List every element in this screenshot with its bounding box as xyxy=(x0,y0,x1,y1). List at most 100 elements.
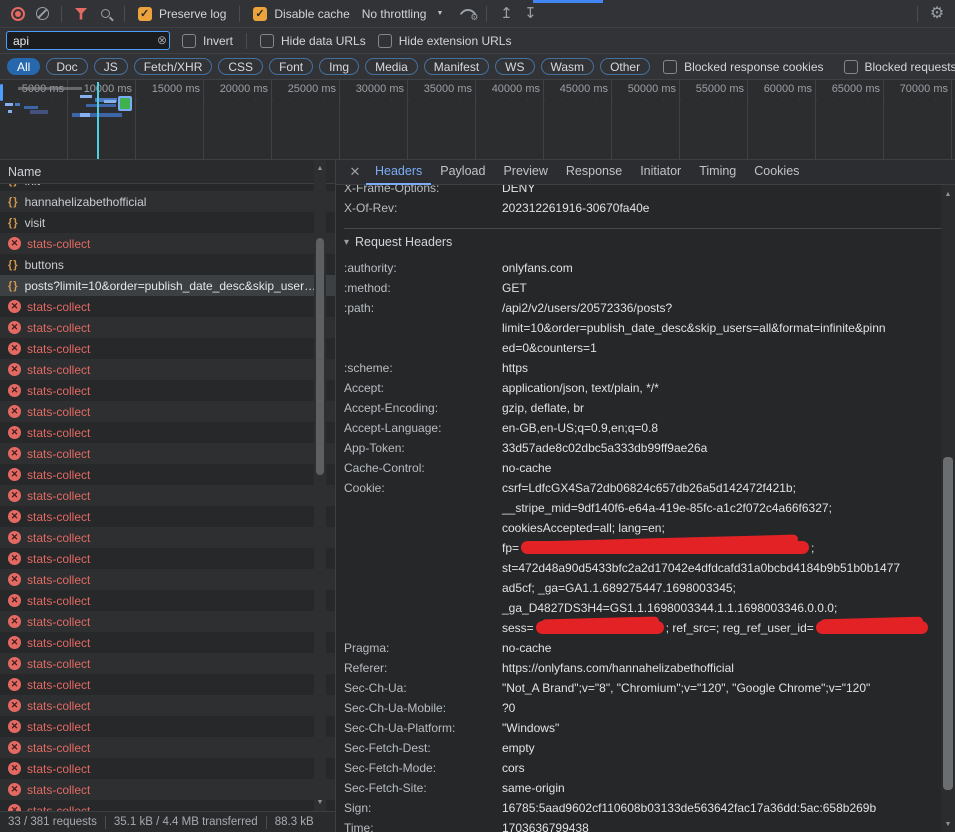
invert-label: Invert xyxy=(203,34,233,48)
request-headers-section-header[interactable]: ▾ Request Headers xyxy=(344,229,941,255)
clear-button[interactable] xyxy=(30,3,54,25)
request-list-scrollbar[interactable]: ▲ ▼ xyxy=(314,160,326,811)
header-row: Sec-Fetch-Mode:cors xyxy=(344,758,941,778)
scroll-up-icon[interactable]: ▲ xyxy=(941,191,955,198)
table-row[interactable]: {}buttons xyxy=(0,254,335,275)
tab-timing[interactable]: Timing xyxy=(690,160,745,185)
filter-input[interactable] xyxy=(6,31,170,50)
table-row[interactable]: ✕stats-collect xyxy=(0,779,335,800)
network-conditions-button[interactable] xyxy=(455,3,479,25)
table-row[interactable]: {}hannahelizabethofficial xyxy=(0,191,335,212)
table-row[interactable]: ✕stats-collect xyxy=(0,695,335,716)
blocked-response-cookies-checkbox[interactable]: Blocked response cookies xyxy=(663,60,823,74)
tab-initiator[interactable]: Initiator xyxy=(631,160,690,185)
scroll-down-icon[interactable]: ▼ xyxy=(314,799,326,806)
table-row[interactable]: ✕stats-collect xyxy=(0,317,335,338)
scrollbar-thumb[interactable] xyxy=(943,457,953,790)
headers-scrollbar[interactable]: ▲ ▼ xyxy=(941,185,955,832)
type-filter-ws[interactable]: WS xyxy=(495,58,534,75)
hide-extension-urls-label: Hide extension URLs xyxy=(399,34,512,48)
blocked-requests-checkbox[interactable]: Blocked requests xyxy=(844,60,955,74)
table-row[interactable]: ✕stats-collect xyxy=(0,443,335,464)
table-row[interactable]: ✕stats-collect xyxy=(0,380,335,401)
table-row[interactable]: ✕stats-collect xyxy=(0,485,335,506)
table-row[interactable]: ✕stats-collect xyxy=(0,569,335,590)
preserve-log-checkbox[interactable]: Preserve log xyxy=(138,7,226,21)
export-har-button[interactable]: ↧ xyxy=(518,3,542,25)
disable-cache-checkbox[interactable]: Disable cache xyxy=(253,7,349,21)
header-value: cors xyxy=(502,758,941,778)
invert-checkbox[interactable]: Invert xyxy=(182,34,233,48)
header-name: Accept: xyxy=(344,378,502,398)
type-filter-font[interactable]: Font xyxy=(269,58,313,75)
table-row[interactable]: {}init xyxy=(0,184,335,191)
header-name: Sec-Fetch-Dest: xyxy=(344,738,502,758)
table-row[interactable]: ✕stats-collect xyxy=(0,758,335,779)
tick-row xyxy=(0,99,955,100)
type-filter-img[interactable]: Img xyxy=(319,58,359,75)
type-filter-css[interactable]: CSS xyxy=(218,58,263,75)
type-filter-other[interactable]: Other xyxy=(600,58,650,75)
table-row[interactable]: ✕stats-collect xyxy=(0,548,335,569)
header-name: :scheme: xyxy=(344,358,502,378)
preserve-log-label: Preserve log xyxy=(159,7,226,21)
settings-button[interactable]: ⚙ xyxy=(925,3,949,25)
tab-preview[interactable]: Preview xyxy=(494,160,556,185)
type-filter-all[interactable]: All xyxy=(7,58,40,75)
tab-headers[interactable]: Headers xyxy=(366,160,431,185)
table-row[interactable]: ✕stats-collect xyxy=(0,506,335,527)
network-overview-timeline[interactable]: 5000 ms10000 ms15000 ms20000 ms25000 ms3… xyxy=(0,80,955,160)
table-row[interactable]: ✕stats-collect xyxy=(0,590,335,611)
header-name: Sec-Ch-Ua-Mobile: xyxy=(344,698,502,718)
type-filter-js[interactable]: JS xyxy=(94,58,128,75)
type-filter-wasm[interactable]: Wasm xyxy=(541,58,595,75)
close-icon[interactable]: ✕ xyxy=(344,164,366,180)
table-row[interactable]: ✕stats-collect xyxy=(0,338,335,359)
tab-response[interactable]: Response xyxy=(557,160,631,185)
table-row[interactable]: ✕stats-collect xyxy=(0,611,335,632)
request-name: stats-collect xyxy=(27,510,90,524)
type-filter-media[interactable]: Media xyxy=(365,58,418,75)
search-button[interactable] xyxy=(93,3,117,25)
table-row[interactable]: {}visit xyxy=(0,212,335,233)
table-row[interactable]: ✕stats-collect xyxy=(0,674,335,695)
type-filter-doc[interactable]: Doc xyxy=(46,58,87,75)
table-row[interactable]: ✕stats-collect xyxy=(0,359,335,380)
type-filter-fetch-xhr[interactable]: Fetch/XHR xyxy=(134,58,213,75)
redaction-scribble xyxy=(521,541,809,554)
scrollbar-thumb[interactable] xyxy=(316,238,324,475)
clear-filter-icon[interactable]: ⊗ xyxy=(157,33,167,47)
table-row[interactable]: ✕stats-collect xyxy=(0,653,335,674)
scroll-up-icon[interactable]: ▲ xyxy=(314,165,326,172)
error-icon: ✕ xyxy=(8,531,21,544)
record-button[interactable] xyxy=(6,3,30,25)
table-row[interactable]: ✕stats-collect xyxy=(0,632,335,653)
import-har-button[interactable]: ↥ xyxy=(494,3,518,25)
tab-payload[interactable]: Payload xyxy=(431,160,494,185)
table-row[interactable]: {}posts?limit=10&order=publish_date_desc… xyxy=(0,275,335,296)
request-name: stats-collect xyxy=(27,363,90,377)
table-row[interactable]: ✕stats-collect xyxy=(0,464,335,485)
filter-toolbar: ⊗ Invert Hide data URLs Hide extension U… xyxy=(0,28,955,54)
hide-extension-urls-checkbox[interactable]: Hide extension URLs xyxy=(378,34,512,48)
table-row[interactable]: ✕stats-collect xyxy=(0,800,335,811)
tab-cookies[interactable]: Cookies xyxy=(745,160,808,185)
name-column-header[interactable]: Name xyxy=(0,160,335,184)
table-row[interactable]: ✕stats-collect xyxy=(0,737,335,758)
table-row[interactable]: ✕stats-collect xyxy=(0,296,335,317)
table-row[interactable]: ✕stats-collect xyxy=(0,401,335,422)
table-row[interactable]: ✕stats-collect xyxy=(0,716,335,737)
throttling-dropdown[interactable]: No throttling ▼ xyxy=(362,7,444,21)
table-row[interactable]: ✕stats-collect xyxy=(0,527,335,548)
time-label: 60000 ms xyxy=(746,83,812,95)
header-row: Sec-Ch-Ua:"Not_A Brand";v="8", "Chromium… xyxy=(344,678,941,698)
type-filter-manifest[interactable]: Manifest xyxy=(424,58,489,75)
table-row[interactable]: ✕stats-collect xyxy=(0,422,335,443)
header-value: 16785:5aad9602cf110608b03133de563642fac1… xyxy=(502,798,941,818)
table-row[interactable]: ✕stats-collect xyxy=(0,233,335,254)
hide-data-urls-checkbox[interactable]: Hide data URLs xyxy=(260,34,366,48)
filter-toggle-button[interactable] xyxy=(69,3,93,25)
error-icon: ✕ xyxy=(8,594,21,607)
scroll-down-icon[interactable]: ▼ xyxy=(941,821,955,828)
header-row: App-Token:33d57ade8c02dbc5a333db99ff9ae2… xyxy=(344,438,941,458)
